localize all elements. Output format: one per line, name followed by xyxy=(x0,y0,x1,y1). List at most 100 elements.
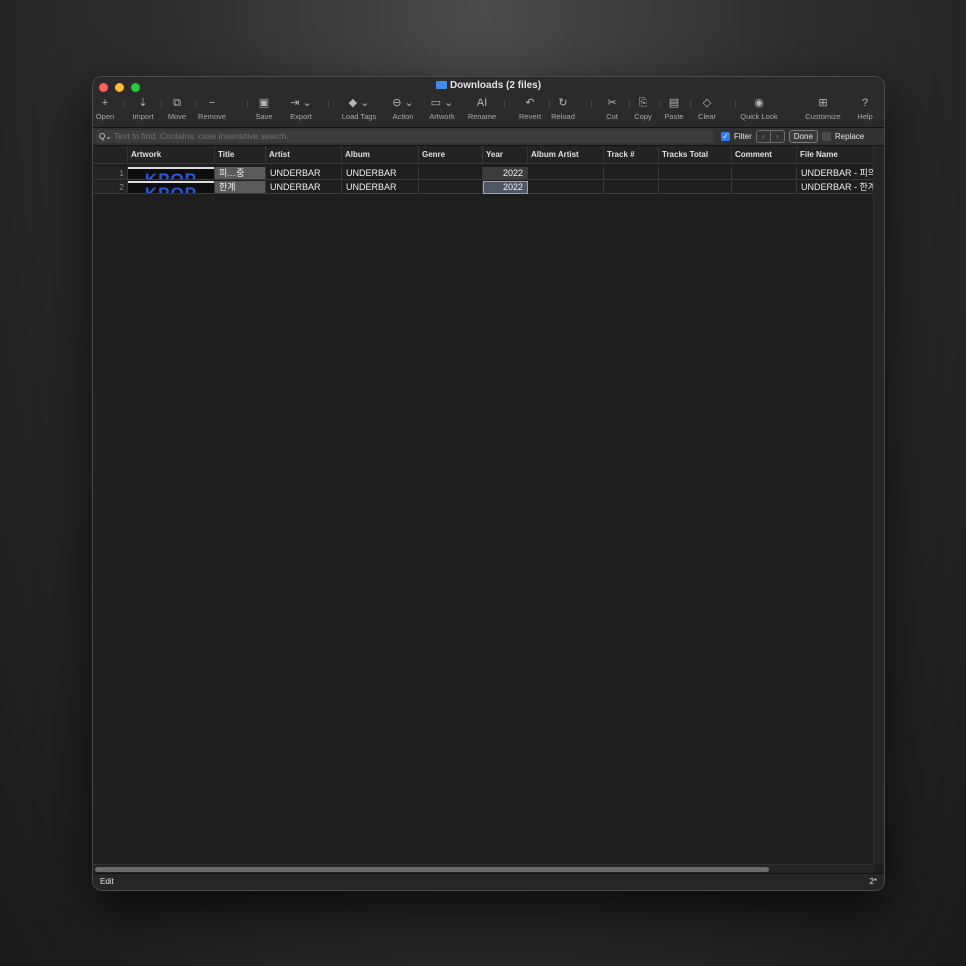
reload-button[interactable]: ↻ Reload xyxy=(541,96,585,121)
num-cell: 2 xyxy=(93,181,128,194)
quick-look-label: Quick Look xyxy=(740,112,778,121)
row-number-header xyxy=(93,146,128,163)
window-title: Downloads (2 files) xyxy=(93,80,884,91)
column-header-album-artist[interactable]: Album Artist xyxy=(528,146,604,163)
title-bar: Downloads (2 files) + Open ⇣ Import ⧉ Move − Re… xyxy=(93,77,884,128)
toolbar-separator xyxy=(124,100,125,108)
table-row[interactable]: 2 KPOP 한계 UNDERBAR UNDERBAR 2022 UNDERBAR - 한계 xyxy=(93,181,874,195)
done-button[interactable]: Done xyxy=(788,130,818,143)
export-label: Export xyxy=(290,112,312,121)
tracks-total-cell[interactable] xyxy=(659,167,732,180)
toolbar: + Open ⇣ Import ⧉ Move − Remove ▣ Save ⇥ ⌄ Export ◆ … xyxy=(93,96,884,127)
toolbar-separator xyxy=(328,100,329,108)
remove-label: Remove xyxy=(198,112,226,121)
export-icon: ⇥ ⌄ xyxy=(290,97,312,109)
status-mode: Edit xyxy=(100,877,114,886)
find-navigation: ‹ › xyxy=(755,130,785,143)
rename-button[interactable]: AI Rename xyxy=(460,96,504,121)
customize-button[interactable]: ⊞ Customize xyxy=(801,96,845,121)
track-cell[interactable] xyxy=(604,181,659,194)
artwork-button[interactable]: ▭ ⌄ Artwork xyxy=(420,96,464,121)
toolbar-separator xyxy=(247,100,248,108)
comment-cell[interactable] xyxy=(732,167,797,180)
clear-button[interactable]: ◇ Clear xyxy=(685,96,729,121)
column-header-comment[interactable]: Comment xyxy=(732,146,797,163)
clear-icon: ◇ xyxy=(702,97,712,109)
rename-icon: AI xyxy=(476,97,488,109)
search-placeholder: Text to find. Contains, case insensitive… xyxy=(114,131,289,141)
export-button[interactable]: ⇥ ⌄ Export xyxy=(279,96,323,121)
title-cell[interactable]: 피…중 xyxy=(215,167,266,180)
filter-controls: ✓ Filter ‹ › Done Replace xyxy=(721,130,864,143)
customize-label: Customize xyxy=(805,112,841,121)
artwork-cell[interactable]: KPOP xyxy=(128,167,215,180)
remove-icon: − xyxy=(208,97,216,109)
help-label: Help xyxy=(857,112,873,121)
toolbar-separator xyxy=(659,100,660,108)
table-header: Artwork Title Artist Album Genre Year Album Ar… xyxy=(93,146,874,164)
column-header-year[interactable]: Year xyxy=(483,146,528,163)
column-header-artist[interactable]: Artist xyxy=(266,146,342,163)
replace-label: Replace xyxy=(834,132,865,141)
toolbar-separator xyxy=(591,100,592,108)
artwork-cell[interactable]: KPOP xyxy=(128,181,215,194)
toolbar-separator xyxy=(629,100,630,108)
column-header-tracks-total[interactable]: Tracks Total xyxy=(659,146,732,163)
column-header-track[interactable]: Track # xyxy=(604,146,659,163)
quick-look-icon: ◉ xyxy=(754,97,764,109)
year-cell[interactable]: 2022 xyxy=(483,181,528,194)
filter-checkbox[interactable]: ✓ xyxy=(721,132,730,141)
quick-look-button[interactable]: ◉ Quick Look xyxy=(737,96,781,121)
previous-match-button[interactable]: ‹ xyxy=(757,131,771,142)
reload-icon: ↻ xyxy=(558,97,568,109)
vertical-scrollbar[interactable] xyxy=(873,146,884,864)
column-header-artwork[interactable]: Artwork xyxy=(128,146,215,163)
genre-cell[interactable] xyxy=(419,167,483,180)
comment-cell[interactable] xyxy=(732,181,797,194)
search-input[interactable]: Q⌄ Text to find. Contains, case insensit… xyxy=(96,130,714,143)
tracks-total-cell[interactable] xyxy=(659,181,732,194)
remove-button[interactable]: − Remove xyxy=(190,96,234,121)
load-tags-button[interactable]: ◆ ⌄ Load Tags xyxy=(337,96,381,121)
load-tags-label: Load Tags xyxy=(341,112,377,121)
album-cell[interactable]: UNDERBAR xyxy=(342,167,419,180)
status-count: 2* xyxy=(869,877,877,886)
title-cell[interactable]: 한계 xyxy=(215,181,266,194)
column-header-title[interactable]: Title xyxy=(215,146,266,163)
reload-label: Reload xyxy=(551,112,575,121)
table-row[interactable]: 1 KPOP 피…중 UNDERBAR UNDERBAR 2022 UNDERBAR - 피… xyxy=(93,167,874,181)
artwork-label: Artwork xyxy=(429,112,455,121)
replace-checkbox[interactable] xyxy=(821,132,831,141)
artist-cell[interactable]: UNDERBAR xyxy=(266,181,342,194)
action-button[interactable]: ⊖ ⌄ Action xyxy=(381,96,425,121)
file-name-cell[interactable]: UNDERBAR - 한계 xyxy=(797,181,874,194)
album-cell[interactable]: UNDERBAR xyxy=(342,181,419,194)
find-bar: Q⌄ Text to find. Contains, case insensit… xyxy=(93,128,884,146)
toolbar-separator xyxy=(549,100,550,108)
folder-icon xyxy=(435,81,447,89)
window-title-text: Downloads (2 files) xyxy=(449,80,542,91)
artwork-icon: ▭ ⌄ xyxy=(430,97,454,109)
action-icon: ⊖ ⌄ xyxy=(392,97,414,109)
artwork-thumbnail: KPOP xyxy=(128,183,214,193)
status-bar: Edit 2* xyxy=(93,873,884,890)
app-window: Downloads (2 files) + Open ⇣ Import ⧉ Move − Re… xyxy=(92,76,885,891)
next-match-button[interactable]: › xyxy=(771,131,784,142)
num-cell: 1 xyxy=(93,167,128,180)
album-artist-cell[interactable] xyxy=(528,167,604,180)
horizontal-scroll-thumb[interactable] xyxy=(95,867,769,872)
track-cell[interactable] xyxy=(604,167,659,180)
customize-icon: ⊞ xyxy=(818,97,828,109)
column-header-file-name[interactable]: File Name xyxy=(797,146,874,163)
artist-cell[interactable]: UNDERBAR xyxy=(266,167,342,180)
tag-table: Artwork Title Artist Album Genre Year Album Ar… xyxy=(93,146,874,864)
toolbar-separator xyxy=(161,100,162,108)
album-artist-cell[interactable] xyxy=(528,181,604,194)
genre-cell[interactable] xyxy=(419,181,483,194)
column-header-album[interactable]: Album xyxy=(342,146,419,163)
load-tags-icon: ◆ ⌄ xyxy=(348,97,370,109)
column-header-genre[interactable]: Genre xyxy=(419,146,483,163)
year-cell[interactable]: 2022 xyxy=(483,167,528,180)
help-button[interactable]: ? Help xyxy=(843,96,884,121)
file-name-cell[interactable]: UNDERBAR - 피의 xyxy=(797,167,874,180)
